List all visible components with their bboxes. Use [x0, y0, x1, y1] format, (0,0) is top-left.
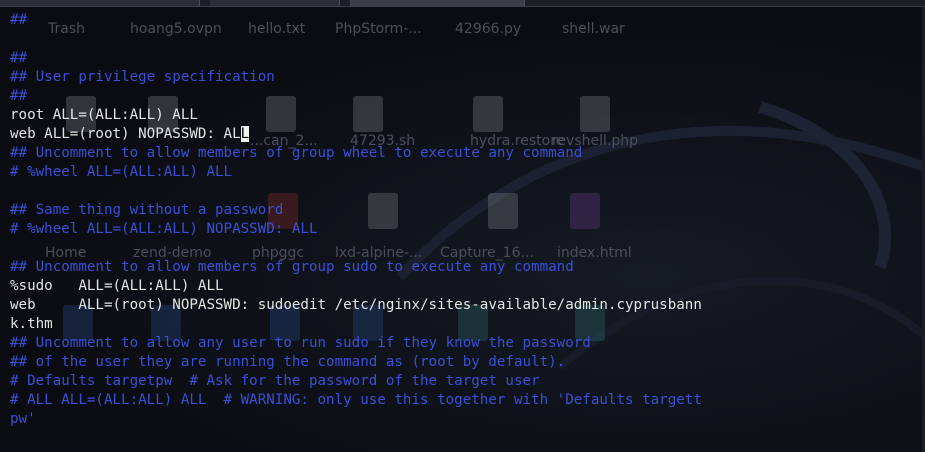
- terminal-comment-line: pw': [10, 410, 920, 429]
- terminal-line: %sudo ALL=(ALL:ALL) ALL: [10, 277, 920, 296]
- terminal-line-text: ##: [10, 12, 28, 28]
- terminal-comment-line: ## of the user they are running the comm…: [10, 353, 920, 372]
- terminal-comment-line: ##: [10, 11, 920, 30]
- terminal-line-text: k.thm: [10, 316, 53, 332]
- terminal-line: root ALL=(ALL:ALL) ALL: [10, 106, 920, 125]
- terminal-line: web ALL=(root) NOPASSWD: ALL: [10, 125, 920, 144]
- terminal-line-text: pw': [10, 411, 36, 427]
- terminal-line-text: ##: [10, 50, 28, 66]
- terminal-line-text: ## User privilege specification: [10, 69, 275, 85]
- terminal-comment-line: ## Uncomment to allow any user to run su…: [10, 334, 920, 353]
- terminal-comment-line: ## Same thing without a password: [10, 201, 920, 220]
- terminal-comment-line: ## User privilege specification: [10, 68, 920, 87]
- tab[interactable]: [210, 0, 340, 6]
- terminal-line-text: ## Same thing without a password: [10, 202, 284, 218]
- terminal-comment-line: ## Uncomment to allow members of group w…: [10, 144, 920, 163]
- terminal-line-text: ## Uncomment to allow any user to run su…: [10, 335, 591, 351]
- terminal-line-text: ## Uncomment to allow members of group s…: [10, 259, 574, 275]
- terminal-line: k.thm: [10, 315, 920, 334]
- tab-active[interactable]: [350, 0, 525, 6]
- terminal-line-text: web ALL=(root) NOPASSWD: AL: [10, 126, 241, 142]
- terminal-line-text: # %wheel ALL=(ALL:ALL) ALL: [10, 164, 233, 180]
- terminal-line-text: ##: [10, 88, 28, 104]
- tab[interactable]: [0, 0, 200, 6]
- terminal-line-text: # Defaults targetpw # Ask for the passwo…: [10, 373, 540, 389]
- terminal-comment-line: ##: [10, 87, 920, 106]
- text-cursor: L: [240, 126, 250, 142]
- terminal-comment-line: ## Uncomment to allow members of group s…: [10, 258, 920, 277]
- terminal-comment-line: # ALL ALL=(ALL:ALL) ALL # WARNING: only …: [10, 391, 920, 410]
- window-tab-strip: [0, 0, 925, 7]
- terminal-editor[interactable]: ## ## ## User privilege specification ## roo…: [10, 11, 920, 429]
- terminal-comment-line: # %wheel ALL=(ALL:ALL) ALL: [10, 163, 920, 182]
- terminal-line-text: # ALL ALL=(ALL:ALL) ALL # WARNING: only …: [10, 392, 702, 408]
- terminal-line-text: ## Uncomment to allow members of group w…: [10, 145, 583, 161]
- terminal-line-text: %sudo ALL=(ALL:ALL) ALL: [10, 278, 224, 294]
- terminal-comment-line: # Defaults targetpw # Ask for the passwo…: [10, 372, 920, 391]
- terminal-comment-line: ##: [10, 49, 920, 68]
- terminal-line-text: root ALL=(ALL:ALL) ALL: [10, 107, 198, 123]
- terminal-line-text: ## of the user they are running the comm…: [10, 354, 566, 370]
- terminal-line-text: # %wheel ALL=(ALL:ALL) NOPASSWD: ALL: [10, 221, 318, 237]
- terminal-line: web ALL=(root) NOPASSWD: sudoedit /etc/n…: [10, 296, 920, 315]
- terminal-comment-line: # %wheel ALL=(ALL:ALL) NOPASSWD: ALL: [10, 220, 920, 239]
- terminal-line-text: web ALL=(root) NOPASSWD: sudoedit /etc/n…: [10, 297, 702, 313]
